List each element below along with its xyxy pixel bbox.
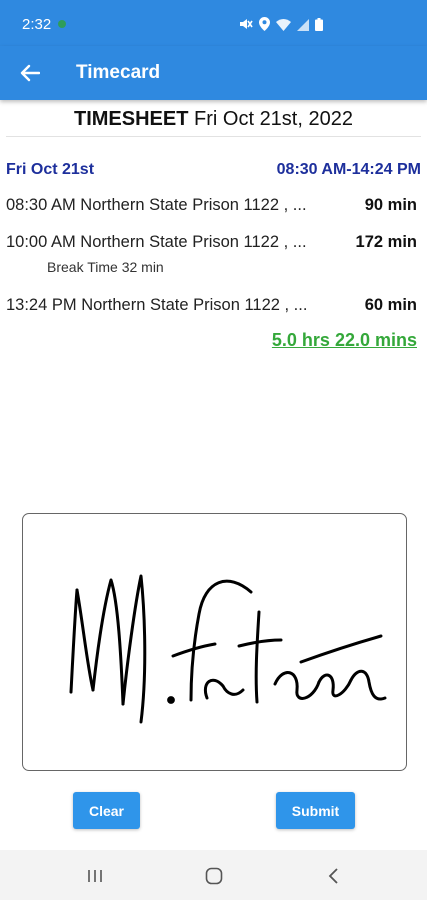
system-back-button[interactable] bbox=[314, 864, 354, 888]
entry-minutes: 90 min bbox=[364, 196, 417, 214]
entry-minutes: 172 min bbox=[355, 233, 417, 251]
status-time: 2:32 bbox=[22, 16, 52, 33]
battery-icon bbox=[315, 17, 323, 36]
status-icons bbox=[239, 17, 323, 36]
time-range: 08:30 AM-14:24 PM bbox=[276, 161, 421, 178]
page-title: Timecard bbox=[76, 62, 161, 83]
time-entry[interactable]: 13:24 PM Northern State Prison 1122 , ..… bbox=[6, 296, 417, 320]
timesheet-label: TIMESHEET bbox=[74, 108, 189, 130]
arrow-left-icon bbox=[20, 64, 40, 82]
wifi-icon bbox=[276, 18, 291, 36]
back-icon bbox=[328, 868, 338, 884]
submit-button[interactable]: Submit bbox=[276, 792, 355, 829]
break-time-note: Break Time 32 min bbox=[47, 259, 164, 275]
entry-description: 10:00 AM Northern State Prison 1122 , ..… bbox=[6, 233, 307, 251]
signal-icon bbox=[297, 18, 309, 36]
home-button[interactable] bbox=[194, 864, 234, 888]
notification-dot-icon bbox=[58, 20, 66, 28]
location-icon bbox=[259, 17, 270, 36]
status-bar: 2:32 bbox=[0, 0, 427, 50]
mute-icon bbox=[239, 17, 253, 36]
timesheet-title: TIMESHEET Fri Oct 21st, 2022 bbox=[0, 108, 427, 131]
signature-drawing bbox=[69, 574, 387, 724]
entry-description: 08:30 AM Northern State Prison 1122 , ..… bbox=[6, 196, 307, 214]
clear-button[interactable]: Clear bbox=[73, 792, 140, 829]
home-icon bbox=[205, 867, 223, 885]
entry-description: 13:24 PM Northern State Prison 1122 , ..… bbox=[6, 296, 308, 314]
time-entry[interactable]: 10:00 AM Northern State Prison 1122 , ..… bbox=[6, 233, 417, 257]
recent-apps-button[interactable] bbox=[75, 864, 115, 888]
app-bar: Timecard bbox=[0, 46, 427, 100]
entry-minutes: 60 min bbox=[364, 296, 417, 314]
signature-pad[interactable] bbox=[22, 513, 407, 771]
day-header: Fri Oct 21st 08:30 AM-14:24 PM bbox=[6, 161, 421, 183]
day-label: Fri Oct 21st bbox=[6, 161, 95, 178]
timesheet-date: Fri Oct 21st, 2022 bbox=[194, 108, 353, 130]
total-hours: 5.0 hrs 22.0 mins bbox=[271, 330, 417, 350]
system-nav-bar bbox=[0, 850, 427, 900]
divider bbox=[6, 136, 421, 137]
recent-apps-icon bbox=[88, 870, 102, 882]
time-entry[interactable]: 08:30 AM Northern State Prison 1122 , ..… bbox=[6, 196, 417, 220]
back-button[interactable] bbox=[14, 58, 46, 88]
